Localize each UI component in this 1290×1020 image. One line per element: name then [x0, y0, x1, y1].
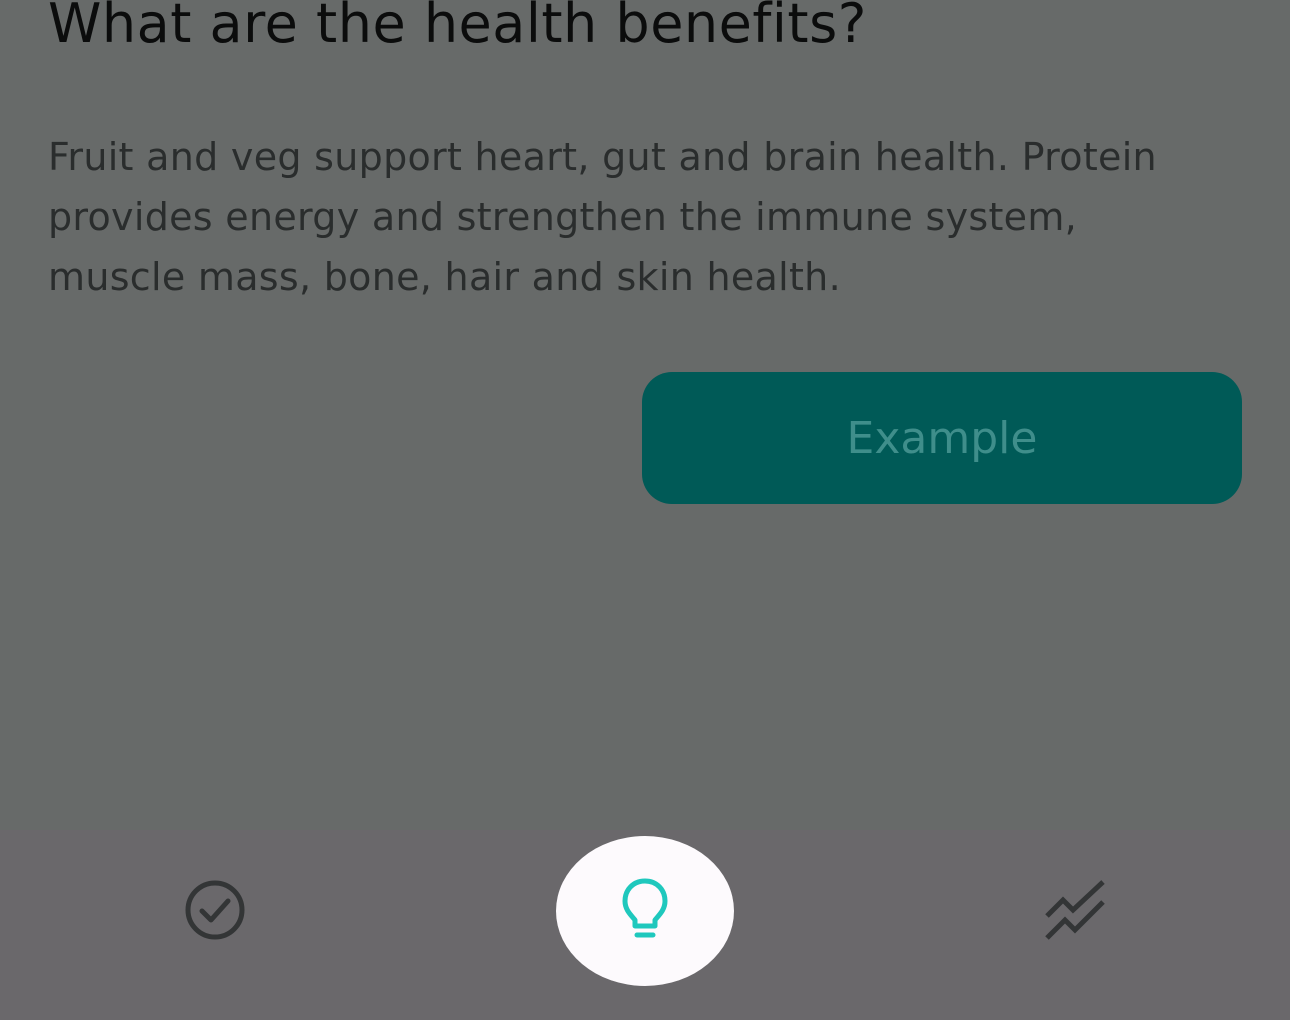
check-circle-icon [185, 880, 245, 940]
nav-item-progress[interactable] [860, 830, 1290, 990]
lightbulb-icon [622, 878, 668, 938]
screen: What are the health benefits? Fruit and … [0, 0, 1290, 1020]
benefits-description: Fruit and veg support heart, gut and bra… [48, 135, 1157, 299]
nav-item-checklist[interactable] [0, 830, 430, 990]
page-heading: What are the health benefits? [48, 0, 867, 55]
bottom-navigation [0, 830, 1290, 1020]
trend-chart-icon [1045, 880, 1105, 940]
nav-item-tips[interactable] [430, 830, 860, 990]
example-button[interactable]: Example [642, 372, 1242, 504]
content-area: What are the health benefits? Fruit and … [0, 0, 1290, 830]
